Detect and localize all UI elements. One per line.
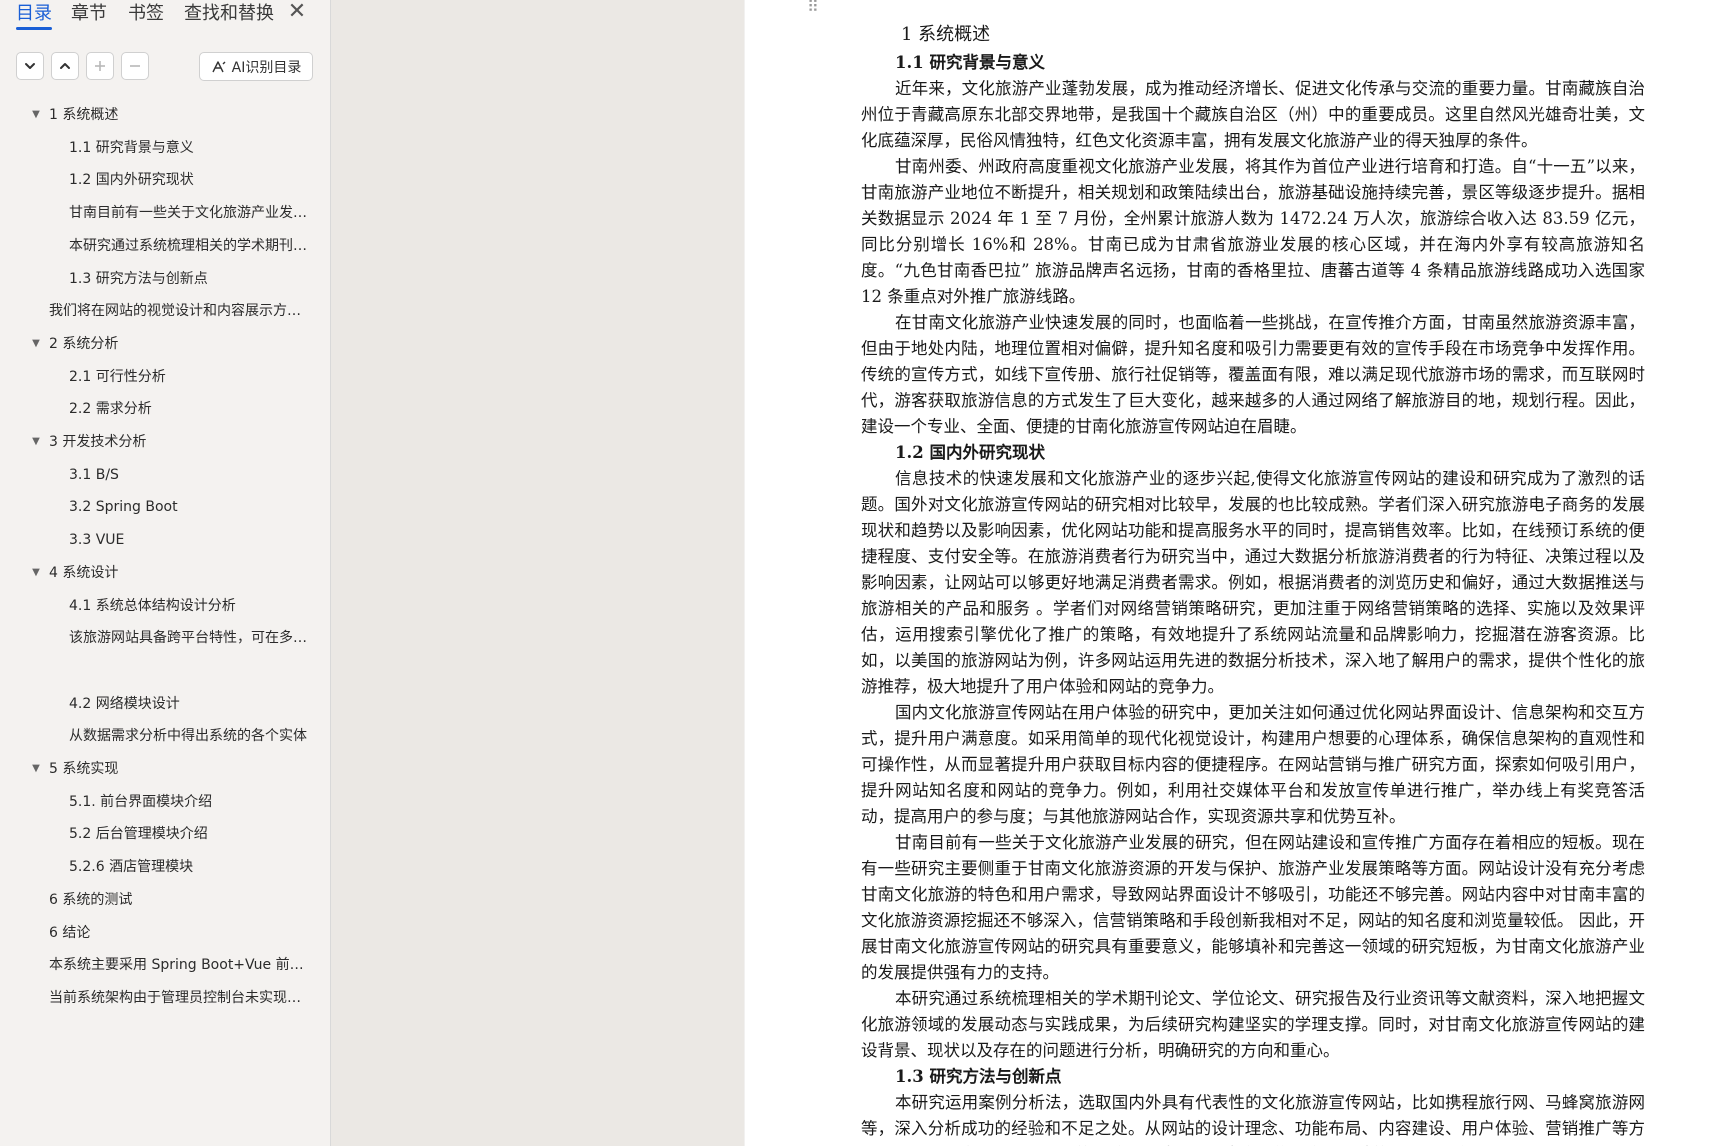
toc-item[interactable]: 3.3 VUE bbox=[69, 527, 311, 553]
heading-2[interactable]: 1.2 国内外研究现状 bbox=[861, 440, 1645, 466]
toc-item[interactable]: 1 系统概述 bbox=[49, 102, 311, 128]
toc-item[interactable]: 该旅游网站具备跨平台特性，可在多种设备上访问 bbox=[69, 625, 311, 651]
nav-tab-bar: 目录 章节 书签 查找和替换 ✕ bbox=[0, 0, 330, 34]
toc-item[interactable]: 本研究通过系统梳理相关的学术期刊论文、学位论文、研究报告及行业资讯等文献资料 bbox=[69, 233, 311, 259]
toc-item[interactable]: 甘南目前有一些关于文化旅游产业发展的研究，但在网站建设和宣传推广方面存在着相应的… bbox=[69, 200, 311, 226]
body-paragraph[interactable]: 甘南目前有一些关于文化旅游产业发展的研究，但在网站建设和宣传推广方面存在着相应的… bbox=[861, 830, 1645, 986]
toc-item[interactable]: 1.3 研究方法与创新点 bbox=[69, 266, 311, 292]
toc-item[interactable]: 3.1 B/S bbox=[69, 462, 311, 488]
ai-recognize-toc-button[interactable]: AI识别目录 bbox=[199, 52, 313, 81]
toc-item[interactable]: 4.1 系统总体结构设计分析 bbox=[69, 593, 311, 619]
toc-item[interactable]: 4 系统设计 bbox=[49, 560, 311, 586]
toc-item[interactable]: 6 结论 bbox=[49, 920, 311, 946]
body-paragraph[interactable]: 信息技术的快速发展和文化旅游产业的逐步兴起,使得文化旅游宣传网站的建设和研究成为… bbox=[861, 466, 1645, 700]
body-paragraph[interactable]: 在甘南文化旅游产业快速发展的同时，也面临着一些挑战，在宣传推介方面，甘南虽然旅游… bbox=[861, 310, 1645, 440]
navigation-pane: 目录 章节 书签 查找和替换 ✕ AI识别目录 ▼ 1 系统概述 1.1 研究背景与… bbox=[0, 0, 331, 1146]
toc-item[interactable] bbox=[69, 658, 311, 684]
toc-item[interactable]: 5.1. 前台界面模块介绍 bbox=[69, 789, 311, 815]
body-paragraph[interactable]: 近年来，文化旅游产业蓬勃发展，成为推动经济增长、促进文化传承与交流的重要力量。甘… bbox=[861, 76, 1645, 154]
toc-item[interactable]: 1.1 研究背景与意义 bbox=[69, 135, 311, 161]
toc-item[interactable]: 2.2 需求分析 bbox=[69, 396, 311, 422]
toc-item[interactable]: 4.2 网络模块设计 bbox=[69, 691, 311, 717]
caret-down-icon[interactable]: ▼ bbox=[29, 756, 43, 782]
ai-icon bbox=[212, 60, 226, 72]
toc-item[interactable]: 6 系统的测试 bbox=[49, 887, 311, 913]
toc-item[interactable]: 本系统主要采用 Spring Boot+Vue 前后端分离架构 bbox=[49, 952, 311, 978]
caret-down-icon[interactable]: ▼ bbox=[29, 102, 43, 128]
body-paragraph[interactable]: 本研究运用案例分析法，选取国内外具有代表性的文化旅游宣传网站，比如携程旅行网、马… bbox=[861, 1090, 1645, 1146]
toc-item[interactable]: 5 系统实现 bbox=[49, 756, 311, 782]
toc-item[interactable]: 3.2 Spring Boot bbox=[69, 494, 311, 520]
tab-chapters[interactable]: 章节 bbox=[71, 0, 107, 30]
body-paragraph[interactable]: 国内文化旅游宣传网站在用户体验的研究中，更加关注如何通过优化网站界面设计、信息架… bbox=[861, 700, 1645, 830]
body-paragraph[interactable]: 甘南州委、州政府高度重视文化旅游产业发展，将其作为首位产业进行培育和打造。自“十… bbox=[861, 154, 1645, 310]
tab-find-replace[interactable]: 查找和替换 bbox=[184, 0, 274, 30]
toc-toolbar: AI识别目录 bbox=[0, 50, 330, 84]
caret-down-icon[interactable]: ▼ bbox=[29, 331, 43, 357]
toc-item[interactable]: 2 系统分析 bbox=[49, 331, 311, 357]
caret-down-icon[interactable]: ▼ bbox=[29, 560, 43, 586]
close-icon[interactable]: ✕ bbox=[286, 0, 308, 26]
ai-button-label: AI识别目录 bbox=[231, 59, 302, 76]
minus-icon[interactable] bbox=[121, 52, 149, 80]
toc-item[interactable]: 5.2 后台管理模块介绍 bbox=[69, 821, 311, 847]
tab-bookmarks[interactable]: 书签 bbox=[128, 0, 164, 30]
toc-item[interactable]: 我们将在网站的视觉设计和内容展示方面进行创新 bbox=[49, 298, 311, 324]
toc-item[interactable]: 5.2.6 酒店管理模块 bbox=[69, 854, 311, 880]
toc-item[interactable]: 从数据需求分析中得出系统的各个实体 bbox=[69, 723, 311, 749]
chevron-up-icon[interactable] bbox=[51, 52, 79, 80]
toc-item[interactable]: 1.2 国内外研究现状 bbox=[69, 167, 311, 193]
caret-down-icon[interactable]: ▼ bbox=[29, 429, 43, 455]
heading-2[interactable]: 1.1 研究背景与意义 bbox=[861, 50, 1645, 76]
toc-item[interactable]: 3 开发技术分析 bbox=[49, 429, 311, 455]
chevron-down-icon[interactable] bbox=[16, 52, 44, 80]
toc-item[interactable]: 当前系统架构由于管理员控制台未实现的功能 bbox=[49, 985, 311, 1011]
drag-handle-icon[interactable]: ⠿ bbox=[807, 0, 819, 20]
plus-icon[interactable] bbox=[86, 52, 114, 80]
document-canvas-gutter bbox=[331, 0, 744, 1146]
heading-1[interactable]: 1 系统概述 bbox=[861, 20, 1645, 50]
body-paragraph[interactable]: 本研究通过系统梳理相关的学术期刊论文、学位论文、研究报告及行业资讯等文献资料，深… bbox=[861, 986, 1645, 1064]
toc-item[interactable]: 2.1 可行性分析 bbox=[69, 364, 311, 390]
tab-toc[interactable]: 目录 bbox=[16, 0, 52, 30]
document-page[interactable]: ⠿ 1 系统概述 1.1 研究背景与意义 近年来，文化旅游产业蓬勃发展，成为推动经济… bbox=[745, 0, 1730, 1146]
document-body[interactable]: 1 系统概述 1.1 研究背景与意义 近年来，文化旅游产业蓬勃发展，成为推动经济增长… bbox=[861, 20, 1645, 1146]
heading-2[interactable]: 1.3 研究方法与创新点 bbox=[861, 1064, 1645, 1090]
